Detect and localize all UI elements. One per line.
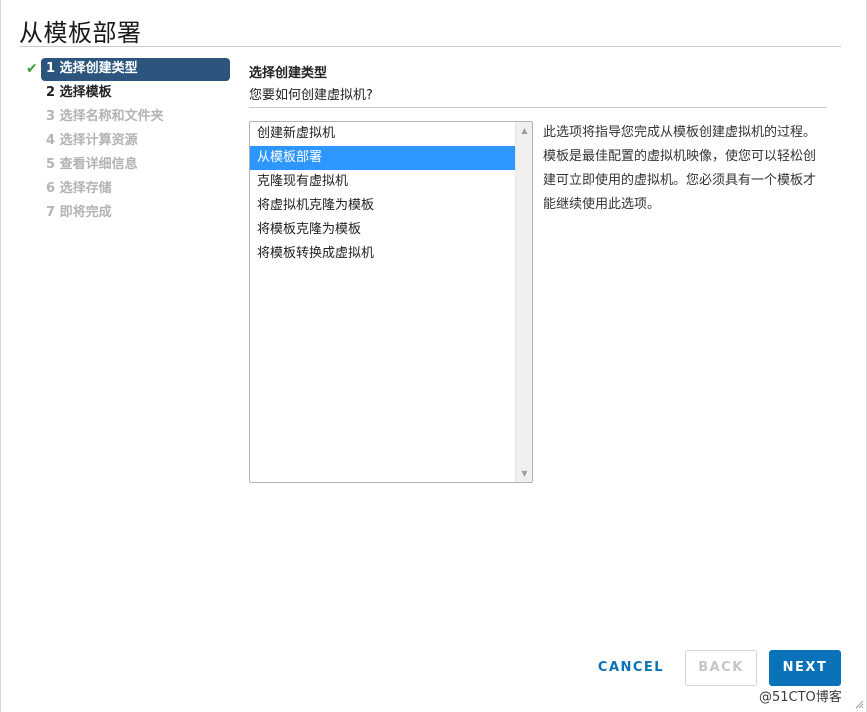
checkmark-icon: ✔ [26, 61, 38, 77]
step-select-storage: 6 选择存储 [24, 177, 232, 201]
watermark: @51CTO博客 [759, 690, 842, 705]
option-description: 此选项将指导您完成从模板创建虚拟机的过程。模板是最佳配置的虚拟机映像，使您可以轻… [543, 125, 817, 212]
step-label: 4 选择计算资源 [46, 133, 138, 148]
step-label: 5 查看详细信息 [46, 157, 138, 172]
step-select-name-folder: 3 选择名称和文件夹 [24, 105, 232, 129]
page-heading: 选择创建类型 [249, 66, 328, 81]
step-select-creation-type[interactable]: ✔ 1 选择创建类型 [24, 57, 232, 81]
step-label: 1 选择创建类型 [46, 61, 138, 76]
resize-grip-icon[interactable] [854, 699, 864, 709]
page-subheading: 您要如何创建虚拟机? [249, 88, 373, 103]
scroll-up-arrow-icon[interactable]: ▲ [516, 122, 532, 139]
listbox-scrollbar[interactable]: ▲ ▼ [515, 122, 532, 482]
dialog-title: 从模板部署 [19, 19, 142, 47]
list-item-clone-existing-vm[interactable]: 克隆现有虚拟机 [250, 170, 516, 194]
listbox-items: 创建新虚拟机 从模板部署 克隆现有虚拟机 将虚拟机克隆为模板 将模板克隆为模板 … [250, 122, 516, 266]
wizard-steps: ✔ 1 选择创建类型 2 选择模板 3 选择名称和文件夹 4 选择计算资源 5 … [24, 57, 232, 225]
step-select-compute-resource: 4 选择计算资源 [24, 129, 232, 153]
list-item-clone-template-to-template[interactable]: 将模板克隆为模板 [250, 218, 516, 242]
list-item-clone-vm-to-template[interactable]: 将虚拟机克隆为模板 [250, 194, 516, 218]
creation-type-listbox[interactable]: 创建新虚拟机 从模板部署 克隆现有虚拟机 将虚拟机克隆为模板 将模板克隆为模板 … [249, 121, 533, 483]
cancel-button[interactable]: CANCEL [593, 650, 669, 686]
window-border-left [0, 0, 1, 712]
step-select-template[interactable]: 2 选择模板 [24, 81, 232, 105]
scroll-down-arrow-icon[interactable]: ▼ [516, 465, 532, 482]
content-divider [249, 107, 826, 108]
back-button: BACK [685, 650, 757, 686]
step-review-details: 5 查看详细信息 [24, 153, 232, 177]
list-item-deploy-from-template[interactable]: 从模板部署 [250, 146, 516, 170]
list-item-create-new-vm[interactable]: 创建新虚拟机 [250, 122, 516, 146]
step-label: 7 即将完成 [46, 205, 112, 220]
step-ready-to-complete: 7 即将完成 [24, 201, 232, 225]
list-item-convert-template-to-vm[interactable]: 将模板转换成虚拟机 [250, 242, 516, 266]
step-label: 3 选择名称和文件夹 [46, 109, 164, 124]
step-label: 6 选择存储 [46, 181, 112, 196]
next-button[interactable]: NEXT [769, 650, 841, 686]
title-divider [19, 46, 841, 47]
step-label: 2 选择模板 [46, 85, 112, 100]
